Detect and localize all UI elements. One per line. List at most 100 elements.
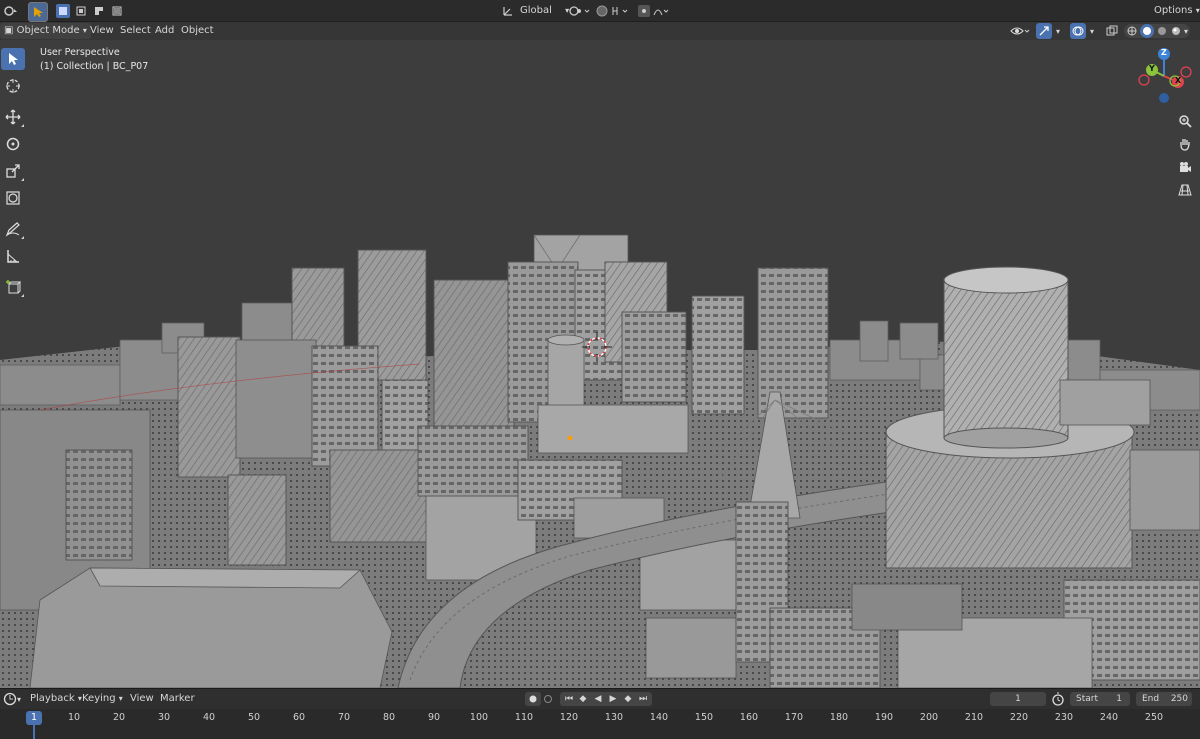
options-label: Options bbox=[1154, 5, 1193, 16]
menu-marker[interactable]: Marker bbox=[156, 691, 199, 707]
select-box-tool-icon[interactable] bbox=[28, 2, 48, 22]
overlays-icon[interactable] bbox=[1070, 23, 1086, 39]
auto-keying-icon[interactable] bbox=[542, 692, 554, 706]
top-toolbar: Global ▾ Options ▾ bbox=[0, 0, 1200, 22]
pan-hand-icon[interactable] bbox=[1174, 133, 1196, 155]
frame-ruler[interactable]: 1 10 20 30 40 50 60 70 80 90 100 110 120 130 140 150 160… bbox=[0, 710, 1200, 739]
menu-select[interactable]: Select bbox=[116, 23, 155, 39]
gizmo-z-label: Z bbox=[1161, 48, 1167, 57]
select-intersect-icon[interactable] bbox=[110, 4, 124, 18]
selection-mode-group bbox=[56, 4, 130, 18]
frame-tick-label: 30 bbox=[157, 712, 171, 723]
frame-tick-label: 90 bbox=[427, 712, 441, 723]
viewport-header: ▣ Object Mode ▾ View Select Add Object ▾… bbox=[0, 22, 1200, 40]
current-frame-field[interactable]: 1 bbox=[990, 692, 1046, 706]
frame-tick-label: 70 bbox=[337, 712, 351, 723]
frame-tick-label: 250 bbox=[1144, 712, 1164, 723]
scale-tool-icon[interactable] bbox=[1, 160, 25, 182]
wireframe-shading-icon[interactable] bbox=[1126, 25, 1138, 37]
tool-submenu-indicator bbox=[21, 124, 24, 127]
object-mode-icon: ▣ bbox=[4, 25, 14, 36]
measure-tool-icon[interactable] bbox=[1, 245, 25, 267]
timeline-header: ▾ Playback ▾ Keying ▾ View Marker ⏮ ◆ ◀ … bbox=[0, 689, 1200, 709]
xray-toggle-icon[interactable] bbox=[1104, 23, 1120, 39]
select-tool-icon[interactable] bbox=[1, 48, 25, 70]
chevron-down-icon: ▾ bbox=[118, 694, 123, 703]
record-keyframe-icon[interactable] bbox=[525, 692, 541, 706]
object-visibility-icon[interactable] bbox=[1008, 23, 1032, 39]
select-subtract-icon[interactable] bbox=[92, 4, 106, 18]
chevron-down-icon[interactable]: ▾ bbox=[1087, 23, 1097, 39]
snap-icon[interactable] bbox=[594, 3, 632, 19]
chevron-down-icon[interactable]: ▾ bbox=[1053, 23, 1063, 39]
tool-submenu-indicator bbox=[21, 178, 24, 181]
jump-keyframe-back-icon[interactable]: ◆ bbox=[576, 692, 590, 706]
menu-add[interactable]: Add bbox=[151, 23, 178, 39]
3d-viewport[interactable]: User Perspective (1) Collection | BC_P07… bbox=[0, 40, 1200, 688]
frame-tick-label: 130 bbox=[604, 712, 624, 723]
cursor-tool-icon[interactable] bbox=[1, 75, 25, 97]
frame-tick-label: 150 bbox=[694, 712, 714, 723]
material-preview-icon[interactable] bbox=[1156, 25, 1168, 37]
frame-tick-label: 100 bbox=[469, 712, 489, 723]
frame-tick-label: 160 bbox=[739, 712, 759, 723]
end-value: 250 bbox=[1170, 694, 1188, 704]
editor-type-icon[interactable] bbox=[2, 3, 20, 19]
end-frame-field[interactable]: End 250 bbox=[1136, 692, 1192, 706]
frame-tick-label: 60 bbox=[292, 712, 306, 723]
timeline-editor: ▾ Playback ▾ Keying ▾ View Marker ⏮ ◆ ◀ … bbox=[0, 688, 1200, 739]
frame-tick-label: 230 bbox=[1054, 712, 1074, 723]
select-extend-icon[interactable] bbox=[74, 4, 88, 18]
jump-end-icon[interactable]: ⏭ bbox=[636, 692, 650, 706]
navigation-gizmo[interactable]: Z Y X bbox=[1134, 46, 1194, 106]
playback-label: Playback bbox=[30, 693, 75, 704]
frame-tick-label: 140 bbox=[649, 712, 669, 723]
city-scene-render bbox=[0, 234, 1200, 688]
frame-tick-label: 190 bbox=[874, 712, 894, 723]
transform-tool-icon[interactable] bbox=[1, 187, 25, 209]
move-tool-icon[interactable] bbox=[1, 106, 25, 128]
frame-tick-label: 50 bbox=[247, 712, 261, 723]
menu-view[interactable]: View bbox=[86, 23, 118, 39]
active-collection-label: (1) Collection | BC_P07 bbox=[40, 61, 149, 72]
add-cube-tool-icon[interactable] bbox=[1, 276, 25, 298]
tool-submenu-indicator bbox=[21, 294, 24, 297]
zoom-icon[interactable] bbox=[1174, 110, 1196, 132]
play-icon[interactable]: ▶ bbox=[606, 692, 620, 706]
gizmo-y-label: Y bbox=[1149, 64, 1155, 73]
frame-tick-label: 220 bbox=[1009, 712, 1029, 723]
chevron-down-icon[interactable]: ▾ bbox=[1182, 24, 1190, 38]
menu-keying[interactable]: Keying ▾ bbox=[78, 691, 127, 707]
menu-timeline-view[interactable]: View bbox=[126, 691, 158, 707]
menu-playback[interactable]: Playback ▾ bbox=[26, 691, 86, 707]
object-mode-dropdown[interactable]: ▣ Object Mode ▾ bbox=[0, 23, 91, 39]
chevron-down-icon: ▾ bbox=[1195, 6, 1200, 15]
proportional-editing-icon[interactable] bbox=[636, 3, 670, 19]
frame-tick-label: 170 bbox=[784, 712, 804, 723]
object-mode-label: Object Mode bbox=[16, 25, 80, 36]
rendered-shading-icon[interactable] bbox=[1170, 25, 1182, 37]
select-new-icon[interactable] bbox=[56, 4, 70, 18]
annotate-tool-icon[interactable] bbox=[1, 218, 25, 240]
jump-start-icon[interactable]: ⏮ bbox=[562, 692, 576, 706]
viewport-gizmos-icon[interactable] bbox=[1036, 23, 1052, 39]
stopwatch-icon[interactable] bbox=[1050, 691, 1066, 707]
options-menu[interactable]: Options ▾ bbox=[1150, 3, 1200, 19]
transform-orientation-icon[interactable] bbox=[501, 4, 515, 18]
rotate-tool-icon[interactable] bbox=[1, 133, 25, 155]
jump-keyframe-forward-icon[interactable]: ◆ bbox=[621, 692, 635, 706]
frame-tick-label: 1 bbox=[30, 712, 38, 723]
gizmo-x-label: X bbox=[1175, 76, 1182, 85]
chevron-down-icon[interactable]: ▾ bbox=[15, 691, 23, 707]
pivot-point-icon[interactable] bbox=[566, 3, 592, 19]
play-reverse-icon[interactable]: ◀ bbox=[591, 692, 605, 706]
orthographic-grid-icon[interactable] bbox=[1174, 179, 1196, 201]
transform-orientation-dropdown[interactable]: Global ▾ bbox=[516, 3, 573, 19]
end-label: End bbox=[1142, 694, 1160, 704]
start-frame-field[interactable]: Start 1 bbox=[1070, 692, 1130, 706]
frame-tick-label: 120 bbox=[559, 712, 579, 723]
solid-shading-icon[interactable] bbox=[1140, 24, 1154, 38]
menu-object[interactable]: Object bbox=[177, 23, 218, 39]
camera-view-icon[interactable] bbox=[1174, 156, 1196, 178]
frame-tick-label: 10 bbox=[67, 712, 81, 723]
